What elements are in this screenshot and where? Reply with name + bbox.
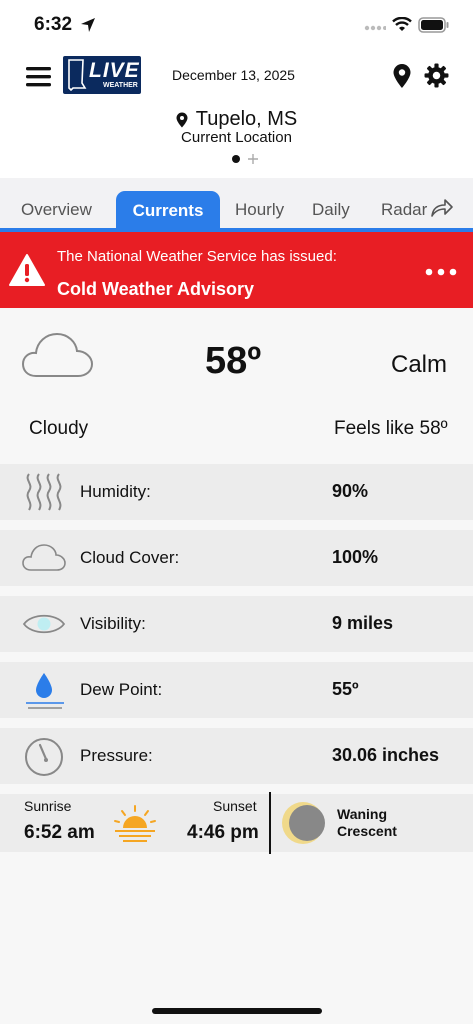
eye-icon [22,614,66,634]
app-logo[interactable]: LIVE WEATHER [63,56,141,94]
current-temperature: 58º [205,340,262,382]
water-drop-icon [26,673,64,709]
wifi-icon [392,17,412,31]
tab-radar[interactable]: Radar [381,200,427,220]
location-subtitle: Current Location [181,129,292,146]
tab-overview[interactable]: Overview [21,200,92,220]
detail-label: Cloud Cover: [80,548,180,567]
wind-status: Calm [391,351,448,378]
alert-title: Cold Weather Advisory [57,279,255,299]
detail-value: 30.06 inches [332,745,440,765]
warning-icon [9,254,45,286]
tab-hourly[interactable]: Hourly [235,200,284,220]
settings-gear-icon[interactable] [424,63,449,88]
detail-row-visibility: Visibility: 9 miles [0,596,473,652]
app-header: LIVE WEATHER December 13, 2025 [0,50,473,103]
sunset-label: Sunset [213,798,257,814]
header-date: December 13, 2025 [172,67,295,83]
share-arrow-icon[interactable] [430,198,454,218]
state-outline-icon [68,59,87,91]
alert-intro: The National Weather Service has issued: [57,248,337,265]
humidity-icon [26,473,62,511]
weather-alert-banner[interactable]: The National Weather Service has issued:… [0,232,473,308]
detail-value: 100% [332,547,379,567]
sunrise-time: 6:52 am [24,822,95,843]
feels-like-text: Feels like 58º [334,418,448,439]
condition-text: Cloudy [29,418,89,439]
divider [269,792,271,854]
location-panel[interactable]: Tupelo, MS Current Location [0,102,473,178]
home-indicator[interactable] [152,1008,322,1014]
cloud-icon [22,544,66,571]
signal-icon [364,25,386,31]
gauge-icon [25,738,63,776]
battery-icon [418,17,449,33]
sunset-time: 4:46 pm [187,822,259,843]
sunrise-label: Sunrise [24,798,72,814]
detail-value: 55º [332,679,359,699]
status-time: 6:32 [34,14,73,35]
detail-label: Pressure: [80,746,153,765]
detail-row-pressure: Pressure: 30.06 inches [0,728,473,784]
location-arrow-icon [81,18,95,32]
cloud-icon [22,332,94,377]
detail-label: Dew Point: [80,680,163,699]
logo-subtext: WEATHER [103,82,138,89]
menu-icon[interactable] [26,66,52,88]
detail-value: 9 miles [332,613,394,633]
page-indicator[interactable] [231,153,261,165]
location-pin-icon[interactable] [392,63,412,89]
detail-label: Humidity: [80,482,151,501]
tab-currents[interactable]: Currents [116,191,220,229]
detail-value: 90% [332,481,369,501]
location-city: Tupelo, MS [195,108,298,130]
tab-daily[interactable]: Daily [312,200,350,220]
detail-row-dew-point: Dew Point: 55º [0,662,473,718]
sun-moon-row: Sunrise 6:52 am Sunset 4:46 pm Waning Cre… [0,792,473,854]
moon-phase-text: Waning Crescent [337,806,397,839]
detail-row-humidity: Humidity: 90% [0,464,473,520]
logo-text: LIVE [89,59,140,82]
status-bar: 6:32 [0,0,473,50]
sunrise-icon [114,805,156,842]
detail-label: Visibility: [80,614,146,633]
moon-phase-icon [282,802,325,844]
more-options-icon[interactable] [425,268,457,276]
tab-bar: Overview Currents Hourly Daily Radar [0,178,473,232]
detail-row-cloud-cover: Cloud Cover: 100% [0,530,473,586]
